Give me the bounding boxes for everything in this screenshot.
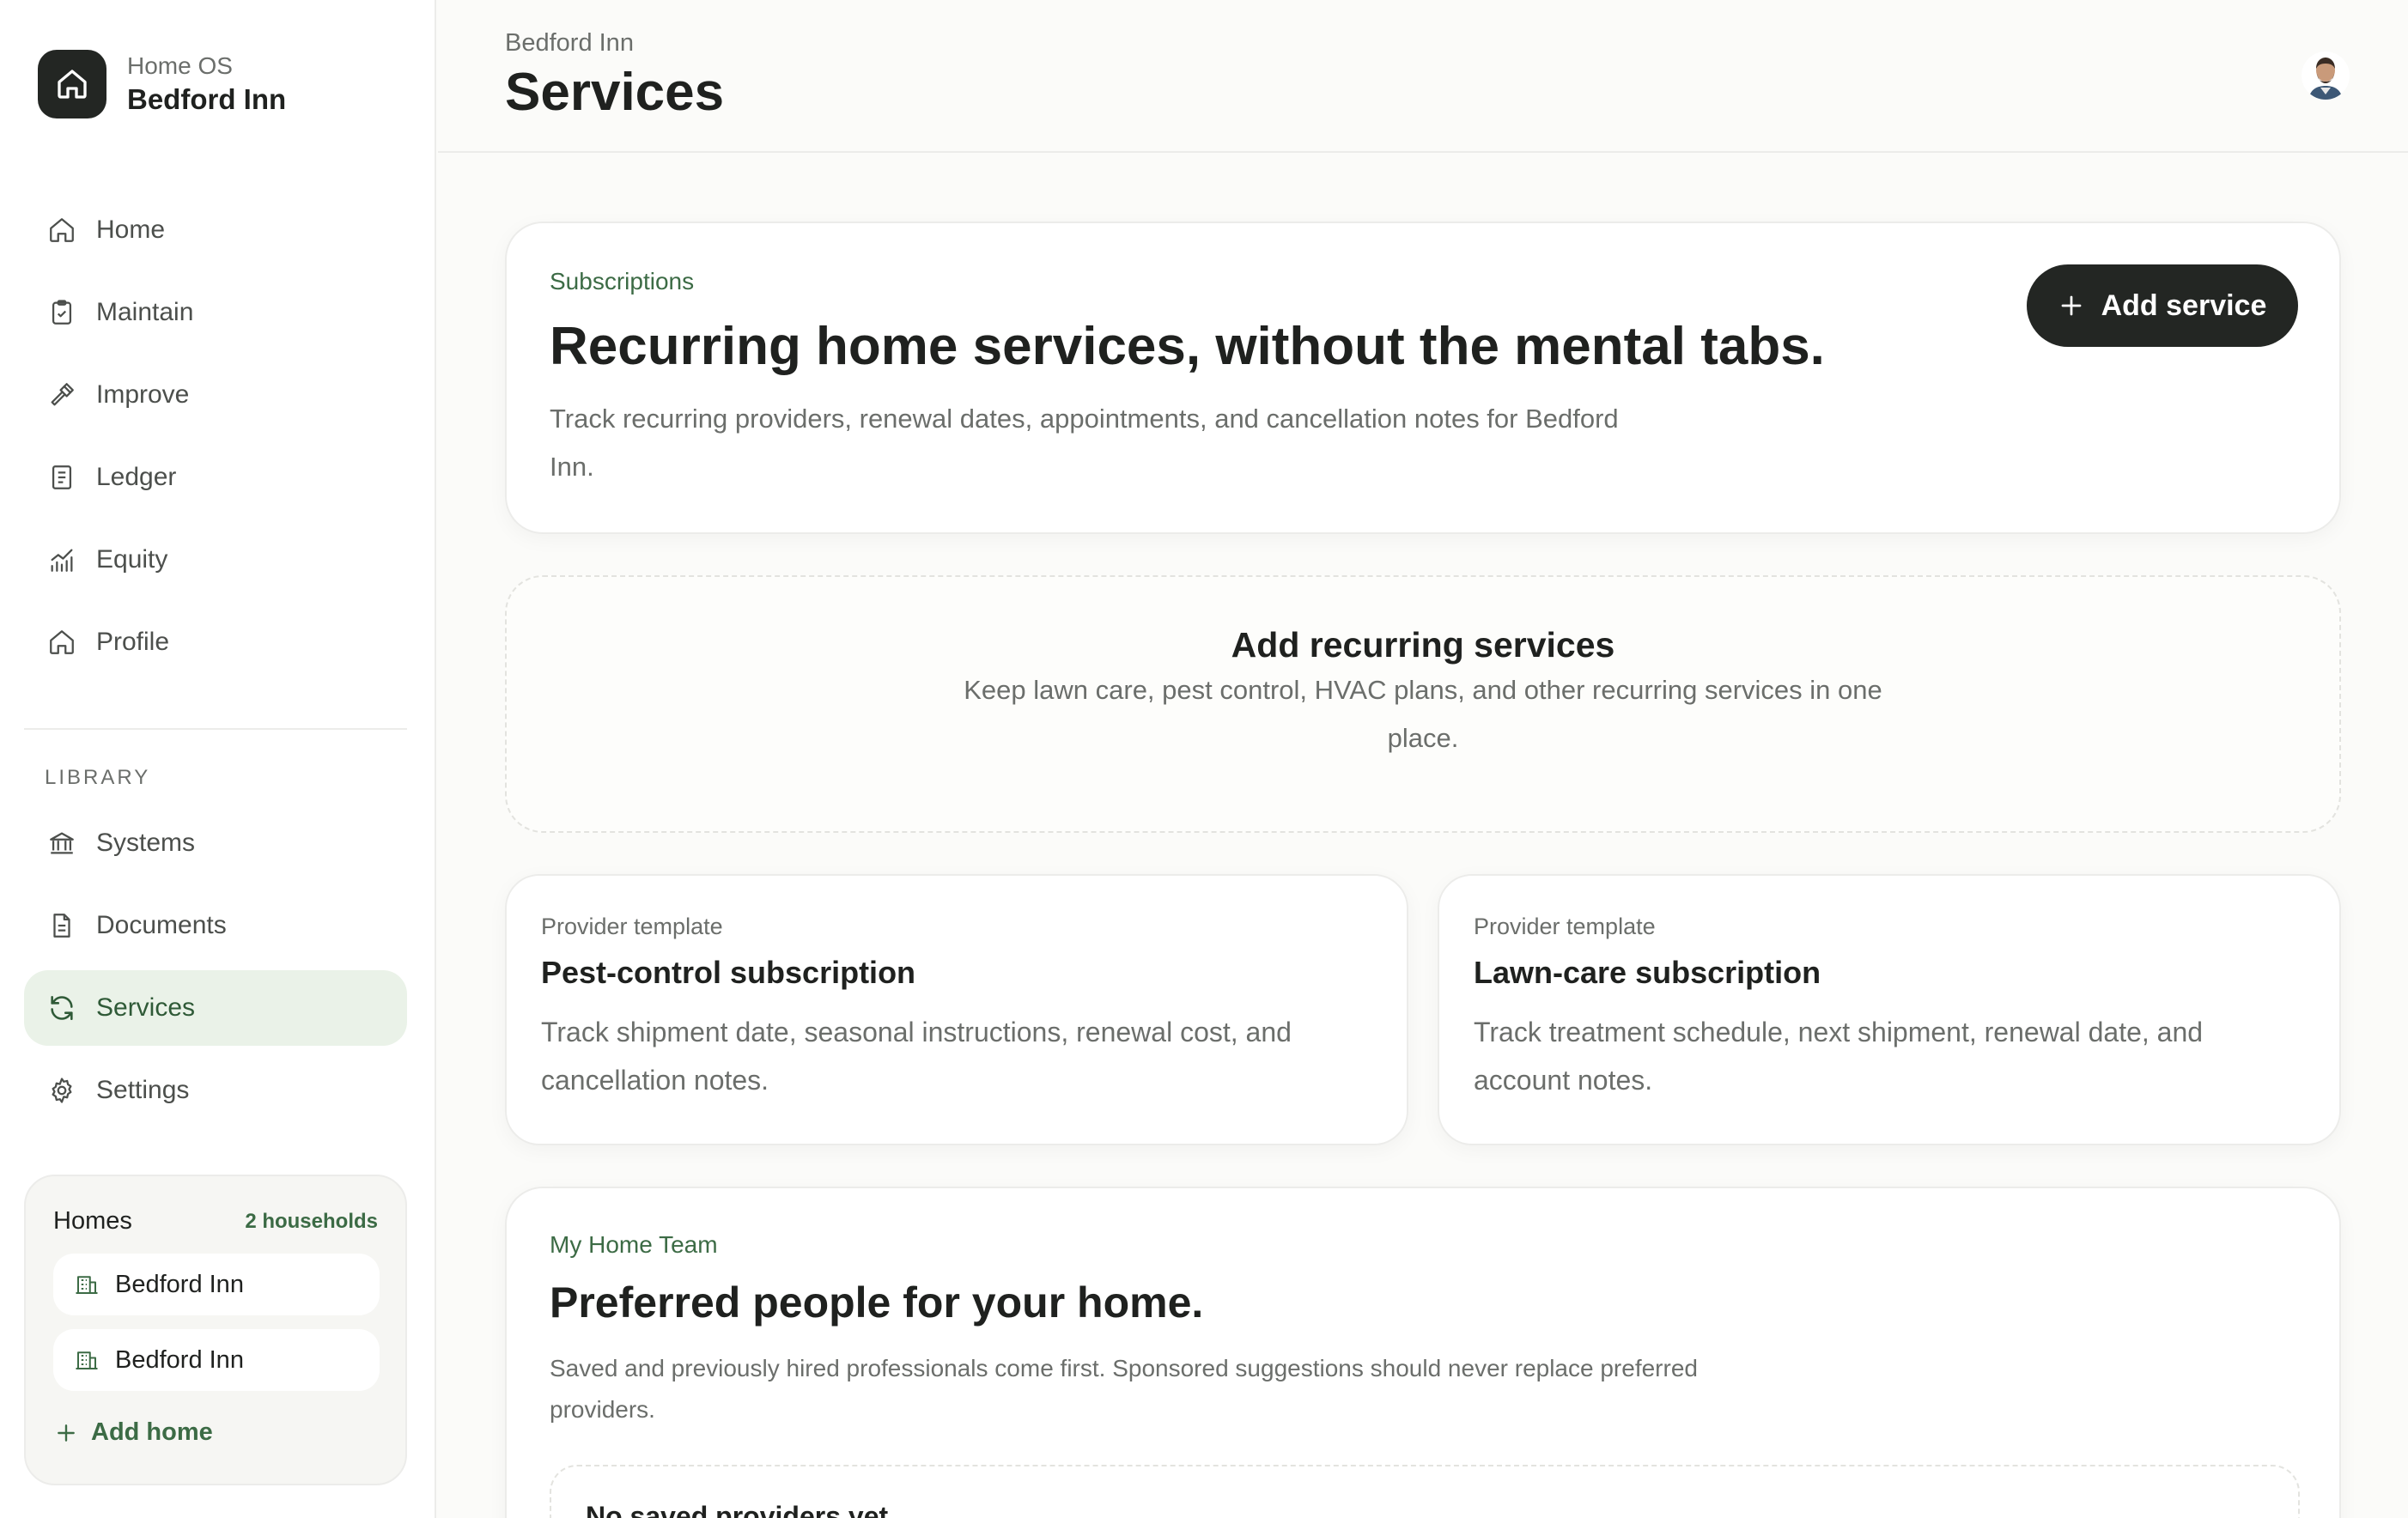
home-icon bbox=[45, 625, 79, 659]
homes-count: 2 households bbox=[245, 1209, 378, 1233]
clipboard-icon bbox=[45, 295, 79, 330]
document-icon bbox=[45, 908, 79, 943]
sidebar-divider bbox=[24, 728, 407, 730]
page-header: Bedford Inn Services bbox=[438, 0, 2408, 153]
refresh-icon bbox=[45, 991, 79, 1025]
nav-item-label: Profile bbox=[96, 628, 170, 656]
chart-icon bbox=[45, 543, 79, 577]
saved-providers-empty: No saved providers yet bbox=[550, 1465, 2300, 1518]
nav-item-settings[interactable]: Settings bbox=[24, 1053, 407, 1128]
building-columns-icon bbox=[45, 826, 79, 860]
nav-item-label: Documents bbox=[96, 911, 227, 939]
hero-description: Track recurring providers, renewal dates… bbox=[550, 404, 1619, 482]
template-title: Lawn-care subscription bbox=[1474, 955, 1821, 990]
avatar[interactable] bbox=[2302, 52, 2350, 100]
header-eyebrow: Bedford Inn bbox=[505, 29, 634, 57]
nav-item-maintain[interactable]: Maintain bbox=[24, 275, 407, 350]
template-title: Pest-control subscription bbox=[541, 955, 916, 990]
team-title: Preferred people for your home. bbox=[550, 1278, 1204, 1327]
page-title: Services bbox=[505, 63, 725, 122]
empty-state-card: Add recurring services Keep lawn care, p… bbox=[505, 575, 2341, 833]
homes-card: Homes 2 households Bedford Inn Bedford I… bbox=[24, 1175, 407, 1485]
add-home-button[interactable]: Add home bbox=[55, 1418, 213, 1447]
gear-icon bbox=[45, 1073, 79, 1108]
add-service-button[interactable]: Add service bbox=[2027, 264, 2298, 347]
home-item[interactable]: Bedford Inn bbox=[53, 1329, 380, 1391]
team-eyebrow: My Home Team bbox=[550, 1231, 718, 1258]
subscriptions-hero-card: Subscriptions Recurring home services, w… bbox=[505, 222, 2341, 534]
brand[interactable]: Home OS Bedford Inn bbox=[38, 50, 286, 118]
receipt-icon bbox=[45, 460, 79, 495]
provider-template-card[interactable]: Provider template Lawn-care subscription… bbox=[1438, 874, 2341, 1145]
nav-item-label: Home bbox=[96, 216, 166, 244]
team-description: Saved and previously hired professionals… bbox=[550, 1355, 1698, 1423]
template-eyebrow: Provider template bbox=[1474, 914, 1656, 939]
nav-item-improve[interactable]: Improve bbox=[24, 357, 407, 433]
nav-item-home[interactable]: Home bbox=[24, 192, 407, 268]
hero-title: Recurring home services, without the men… bbox=[550, 317, 1825, 376]
nav-item-equity[interactable]: Equity bbox=[24, 522, 407, 598]
nav-item-label: Services bbox=[96, 993, 196, 1022]
nav-item-documents[interactable]: Documents bbox=[24, 888, 407, 963]
empty-state-title: Add recurring services bbox=[1231, 625, 1615, 665]
main-nav: Home Maintain Improve Ledger Equity Prof… bbox=[24, 192, 407, 687]
hammer-icon bbox=[45, 378, 79, 412]
provider-template-card[interactable]: Provider template Pest-control subscript… bbox=[505, 874, 1408, 1145]
brand-eyebrow: Home OS bbox=[127, 52, 233, 79]
plus-icon bbox=[55, 1422, 77, 1444]
empty-state-description: Keep lawn care, pest control, HVAC plans… bbox=[964, 675, 1882, 753]
home-icon bbox=[38, 50, 106, 118]
homes-title: Homes bbox=[53, 1207, 132, 1235]
add-home-label: Add home bbox=[91, 1418, 213, 1446]
home-team-card: My Home Team Preferred people for your h… bbox=[505, 1187, 2341, 1518]
brand-name: Bedford Inn bbox=[127, 83, 287, 115]
home-item-label: Bedford Inn bbox=[115, 1270, 244, 1298]
saved-providers-empty-text: No saved providers yet bbox=[586, 1501, 889, 1518]
nav-item-label: Equity bbox=[96, 545, 168, 574]
library-nav: Systems Documents Services Settings bbox=[24, 805, 407, 1135]
nav-item-services[interactable]: Services bbox=[24, 970, 407, 1046]
hero-eyebrow: Subscriptions bbox=[550, 268, 695, 294]
home-item[interactable]: Bedford Inn bbox=[53, 1254, 380, 1315]
sidebar: Home OS Bedford Inn Home Maintain Improv… bbox=[0, 0, 436, 1518]
plus-icon bbox=[2058, 293, 2084, 319]
building-icon bbox=[74, 1347, 100, 1373]
nav-item-profile[interactable]: Profile bbox=[24, 604, 407, 680]
nav-item-label: Improve bbox=[96, 380, 190, 409]
template-description: Track shipment date, seasonal instructio… bbox=[541, 1017, 1292, 1096]
nav-item-ledger[interactable]: Ledger bbox=[24, 440, 407, 515]
library-title: LIBRARY bbox=[45, 766, 151, 789]
add-service-label: Add service bbox=[2101, 288, 2267, 322]
template-description: Track treatment schedule, next shipment,… bbox=[1474, 1017, 2204, 1096]
nav-item-label: Settings bbox=[96, 1076, 190, 1104]
nav-item-label: Maintain bbox=[96, 298, 194, 326]
nav-item-label: Ledger bbox=[96, 463, 177, 491]
nav-item-systems[interactable]: Systems bbox=[24, 805, 407, 881]
building-icon bbox=[74, 1272, 100, 1297]
home-icon bbox=[45, 213, 79, 247]
nav-item-label: Systems bbox=[96, 829, 196, 857]
home-item-label: Bedford Inn bbox=[115, 1345, 244, 1374]
template-eyebrow: Provider template bbox=[541, 914, 723, 939]
